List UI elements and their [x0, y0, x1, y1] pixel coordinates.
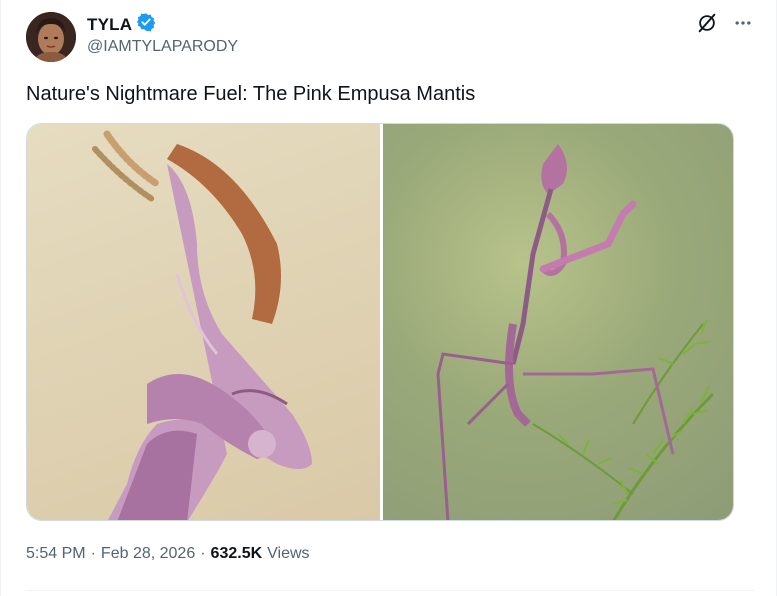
media-image-mantis-branch[interactable] — [383, 124, 733, 520]
grok-icon[interactable] — [696, 12, 718, 34]
divider-line — [26, 590, 754, 591]
views-count: 632.5K — [210, 545, 263, 562]
author-name-row[interactable]: TYLA — [87, 12, 156, 37]
more-icon[interactable] — [732, 12, 754, 34]
avatar-portrait — [26, 12, 76, 62]
tweet-date[interactable]: Feb 28, 2026 — [101, 545, 195, 563]
tweet-text: Nature's Nightmare Fuel: The Pink Empusa… — [26, 83, 476, 105]
tweet-meta: 5:54 PM · Feb 28, 2026 · 632.5K Views — [26, 545, 310, 563]
tweet-time[interactable]: 5:54 PM — [26, 545, 86, 563]
meta-separator-2: · — [200, 545, 206, 562]
verified-badge-icon — [136, 12, 156, 37]
author-name[interactable]: TYLA — [87, 15, 132, 35]
tweet-actions-top — [696, 12, 754, 34]
meta-separator: · — [90, 545, 96, 562]
views-label: Views — [267, 545, 310, 562]
tweet-media[interactable] — [26, 123, 734, 521]
media-image-mantis-head[interactable] — [27, 124, 380, 520]
author-handle[interactable]: @IAMTYLAPARODY — [87, 38, 238, 56]
avatar[interactable] — [26, 12, 76, 62]
tweet-detail: TYLA @IAMTYLAPARODY Nature's Nightmare F… — [0, 0, 777, 596]
